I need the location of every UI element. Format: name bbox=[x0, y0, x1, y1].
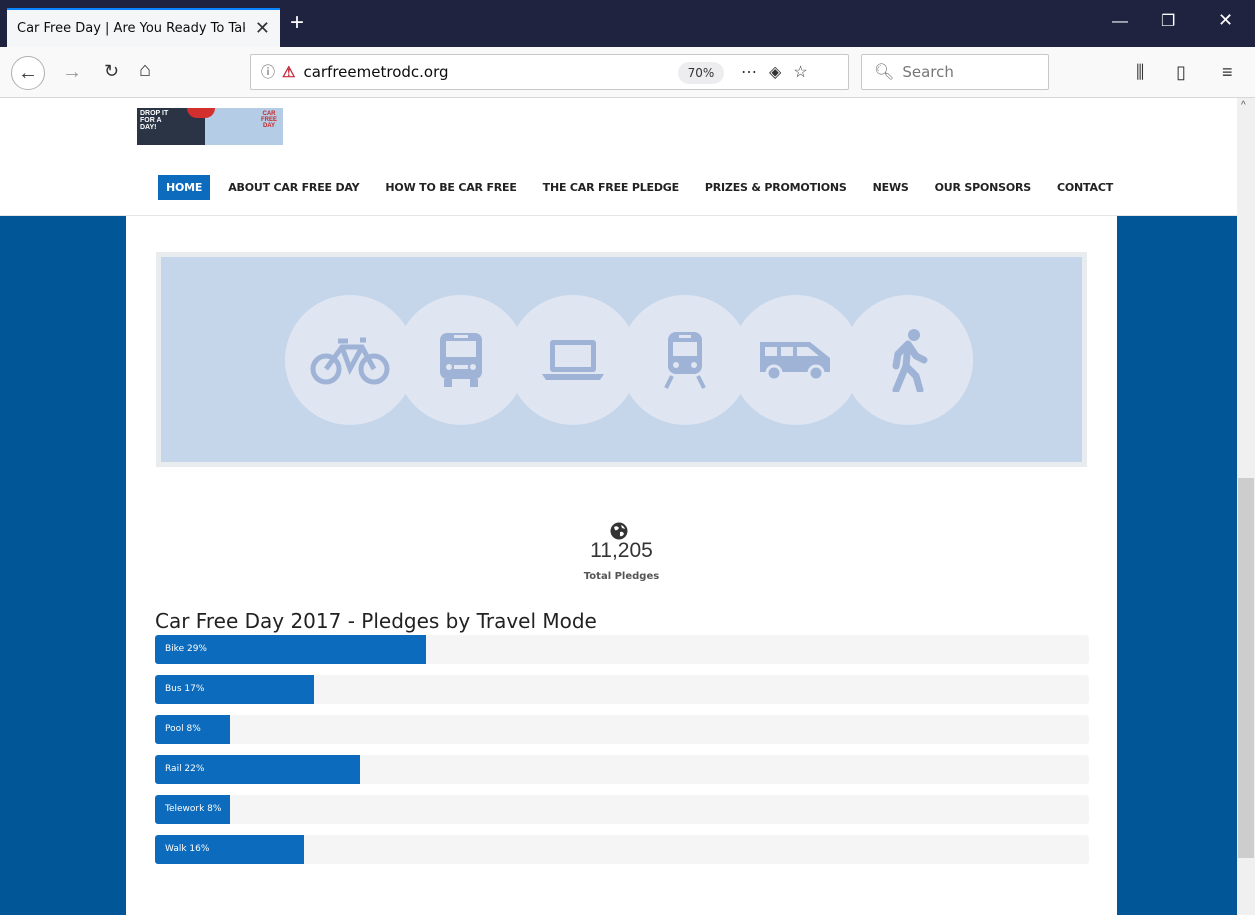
bar-label-rail: Rail 22% bbox=[165, 764, 205, 774]
bar-track-telework: Telework 8% bbox=[155, 795, 1089, 824]
laptop-circle bbox=[508, 295, 638, 425]
logo-line-3: DAY! bbox=[140, 124, 157, 131]
menu-item-news[interactable]: NEWS bbox=[873, 181, 909, 194]
logo-line-2: FOR A bbox=[140, 117, 162, 124]
logo-badge: CAR FREE DAY bbox=[260, 111, 277, 129]
globe-icon bbox=[610, 522, 628, 540]
menu-item-our-sponsors[interactable]: OUR SPONSORS bbox=[935, 181, 1032, 194]
search-bar[interactable]: 🔍︎ Search bbox=[861, 54, 1049, 90]
bus-icon bbox=[440, 333, 482, 387]
library-icon[interactable]: ⫼ bbox=[1136, 63, 1144, 81]
hero-banner bbox=[156, 252, 1087, 467]
pocket-icon[interactable]: ◈ bbox=[769, 64, 793, 81]
train-icon bbox=[664, 332, 706, 389]
back-button[interactable]: ← bbox=[11, 56, 45, 90]
tab-title: Car Free Day | Are You Ready To Tak bbox=[17, 21, 245, 36]
bar-rail: Rail 22% bbox=[155, 755, 361, 784]
restore-icon[interactable]: ❐ bbox=[1161, 14, 1175, 30]
menu-item-the-car-free-pledge[interactable]: THE CAR FREE PLEDGE bbox=[543, 181, 679, 194]
bicycle-icon bbox=[310, 337, 390, 385]
bar-track-pool: Pool 8% bbox=[155, 715, 1089, 744]
walking-person-icon bbox=[892, 329, 928, 392]
more-actions-icon[interactable]: ⋯ bbox=[741, 64, 769, 81]
navigation-toolbar: ← → ↻ ⌂ ⓘ ⚠ carfreemetrodc.org 70% ⋯◈☆ 🔍… bbox=[0, 47, 1255, 98]
bar-telework: Telework 8% bbox=[155, 795, 230, 824]
page-actions: ⋯◈☆ bbox=[741, 62, 820, 82]
scroll-up-arrow-icon[interactable]: ^ bbox=[1241, 100, 1246, 111]
zoom-indicator[interactable]: 70% bbox=[678, 62, 724, 84]
menu-item-about-car-free-day[interactable]: ABOUT CAR FREE DAY bbox=[228, 181, 359, 194]
vertical-scrollbar[interactable]: ^ bbox=[1237, 98, 1255, 915]
bar-track-walk: Walk 16% bbox=[155, 835, 1089, 864]
search-icon: 🔍︎ bbox=[874, 64, 895, 81]
bar-bus: Bus 17% bbox=[155, 675, 314, 704]
site-logo[interactable]: DROP IT FOR A DAY! CAR FREE DAY bbox=[137, 108, 283, 145]
forward-button[interactable]: → bbox=[62, 62, 82, 82]
menu-item-home[interactable]: HOME bbox=[158, 175, 211, 200]
tab-bar: Car Free Day | Are You Ready To Tak ✕ + … bbox=[0, 0, 1255, 47]
menu-item-how-to-be-car-free[interactable]: HOW TO BE CAR FREE bbox=[385, 181, 516, 194]
content-area: 11,205 Total Pledges Car Free Day 2017 -… bbox=[126, 216, 1117, 915]
site-header: DROP IT FOR A DAY! CAR FREE DAY HOME ABOU… bbox=[0, 98, 1237, 216]
walking-circle bbox=[843, 295, 973, 425]
van-icon bbox=[760, 342, 830, 382]
url-bar[interactable]: ⓘ ⚠ carfreemetrodc.org 70% ⋯◈☆ bbox=[250, 54, 849, 90]
bar-label-telework: Telework 8% bbox=[165, 804, 222, 814]
url-text[interactable]: carfreemetrodc.org bbox=[303, 63, 448, 81]
menu-item-contact[interactable]: CONTACT bbox=[1057, 181, 1113, 194]
page-viewport: DROP IT FOR A DAY! CAR FREE DAY HOME ABOU… bbox=[0, 98, 1237, 915]
main-menu: HOME ABOUT CAR FREE DAY HOW TO BE CAR FREE… bbox=[158, 175, 1139, 200]
bar-pool: Pool 8% bbox=[155, 715, 230, 744]
bar-track-bike: Bike 29% bbox=[155, 635, 1089, 664]
logo-red-accent bbox=[187, 108, 215, 118]
bar-bike: Bike 29% bbox=[155, 635, 426, 664]
menu-item-prizes-promotions[interactable]: PRIZES & PROMOTIONS bbox=[705, 181, 847, 194]
insecure-lock-icon[interactable]: ⚠ bbox=[282, 63, 295, 81]
close-window-icon[interactable]: ✕ bbox=[1218, 11, 1233, 29]
bar-walk: Walk 16% bbox=[155, 835, 305, 864]
sidebar-icon[interactable]: ▯ bbox=[1176, 63, 1186, 81]
logo-text: DROP IT FOR A DAY! bbox=[140, 110, 180, 131]
bar-label-pool: Pool 8% bbox=[165, 724, 201, 734]
bar-label-bike: Bike 29% bbox=[165, 644, 207, 654]
reload-icon[interactable]: ↻ bbox=[104, 61, 119, 81]
close-tab-icon[interactable]: ✕ bbox=[255, 19, 270, 37]
minimize-icon[interactable]: — bbox=[1112, 14, 1128, 30]
laptop-icon bbox=[542, 340, 604, 380]
bar-label-bus: Bus 17% bbox=[165, 684, 205, 694]
total-pledges-count: 11,205 bbox=[590, 539, 653, 562]
bar-track-bus: Bus 17% bbox=[155, 675, 1089, 704]
home-icon[interactable]: ⌂ bbox=[139, 60, 151, 80]
bus-circle bbox=[396, 295, 526, 425]
bookmark-star-icon[interactable]: ☆ bbox=[793, 64, 819, 81]
scrollbar-thumb[interactable] bbox=[1238, 478, 1254, 858]
active-tab[interactable]: Car Free Day | Are You Ready To Tak ✕ bbox=[7, 8, 280, 47]
total-pledges-label: Total Pledges bbox=[583, 571, 660, 582]
browser-window: Car Free Day | Are You Ready To Tak ✕ + … bbox=[0, 0, 1255, 915]
info-icon[interactable]: ⓘ bbox=[261, 62, 275, 82]
van-circle bbox=[731, 295, 861, 425]
bar-track-rail: Rail 22% bbox=[155, 755, 1089, 784]
logo-line-1: DROP IT bbox=[140, 110, 169, 117]
arrow-left-icon: ← bbox=[18, 61, 38, 84]
search-placeholder[interactable]: Search bbox=[902, 63, 954, 81]
bar-label-walk: Walk 16% bbox=[165, 844, 210, 854]
chart-title: Car Free Day 2017 - Pledges by Travel Mo… bbox=[155, 609, 597, 633]
menu-icon[interactable]: ≡ bbox=[1222, 63, 1233, 81]
new-tab-button[interactable]: + bbox=[290, 11, 304, 35]
